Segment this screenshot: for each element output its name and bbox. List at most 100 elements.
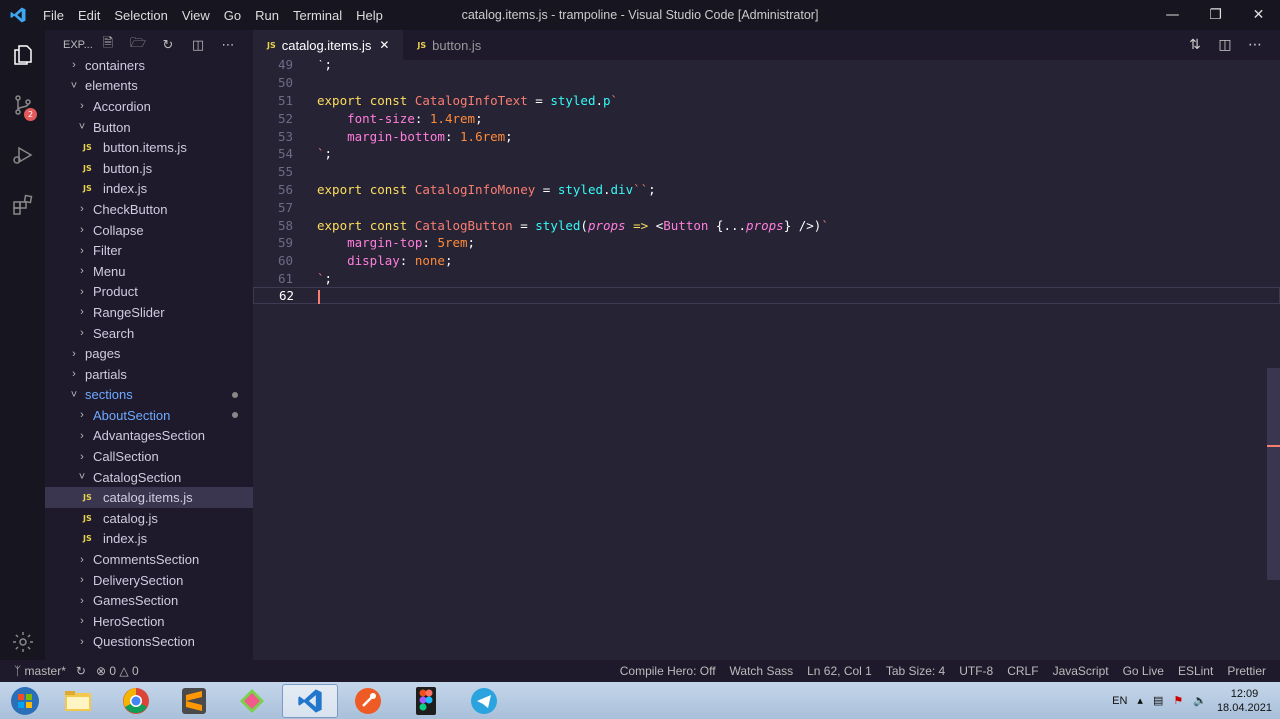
menu-view[interactable]: View bbox=[175, 8, 217, 23]
tree-folder[interactable]: › Product bbox=[45, 282, 253, 303]
network-icon[interactable]: ▤ bbox=[1153, 694, 1163, 707]
volume-icon[interactable]: 🔈 bbox=[1193, 694, 1207, 707]
tree-folder[interactable]: › AdvantagesSection bbox=[45, 426, 253, 447]
tree-folder[interactable]: › AboutSection bbox=[45, 405, 253, 426]
figma-icon[interactable] bbox=[398, 684, 454, 718]
run-debug-icon[interactable] bbox=[0, 130, 45, 180]
tree-file[interactable]: JS catalog.items.js bbox=[45, 487, 253, 509]
tree-folder[interactable]: › CallSection bbox=[45, 446, 253, 467]
settings-gear-icon[interactable] bbox=[0, 630, 45, 654]
postman-icon[interactable] bbox=[340, 684, 396, 718]
chrome-icon[interactable] bbox=[108, 684, 164, 718]
tab-catalog-items-js[interactable]: JS catalog.items.js ✕ bbox=[253, 30, 404, 60]
code-line[interactable]: 57 bbox=[253, 198, 1280, 216]
tree-folder[interactable]: ˅ sections bbox=[45, 385, 253, 406]
refresh-icon[interactable]: ↻ bbox=[153, 38, 183, 53]
more-icon[interactable]: ⋯ bbox=[1240, 37, 1270, 53]
code-line[interactable]: 56 export const CatalogInfoMoney = styled… bbox=[253, 181, 1280, 199]
code-editor[interactable]: 49 `; 50 51 export const CatalogInfoText = s… bbox=[253, 60, 1280, 660]
minimize-icon[interactable]: — bbox=[1151, 0, 1194, 30]
tree-folder[interactable]: › pages bbox=[45, 343, 253, 364]
tree-folder[interactable]: › HeroSection bbox=[45, 611, 253, 632]
code-line[interactable]: 60 display: none; bbox=[253, 252, 1280, 270]
source-control-icon[interactable]: 2 bbox=[0, 80, 45, 130]
menu-selection[interactable]: Selection bbox=[107, 8, 174, 23]
menu-edit[interactable]: Edit bbox=[71, 8, 107, 23]
tab-button-js[interactable]: JS button.js bbox=[403, 30, 495, 60]
tree-folder[interactable]: › containers bbox=[45, 55, 253, 76]
tree-file[interactable]: JS catalog.js bbox=[45, 508, 253, 529]
code-line[interactable]: 53 margin-bottom: 1.6rem; bbox=[253, 127, 1280, 145]
code-line[interactable]: 52 font-size: 1.4rem; bbox=[253, 109, 1280, 127]
menu-go[interactable]: Go bbox=[217, 8, 248, 23]
status-item[interactable]: Watch Sass bbox=[730, 664, 794, 678]
status-item[interactable]: Prettier bbox=[1227, 664, 1266, 678]
tree-folder[interactable]: ˅ elements bbox=[45, 76, 253, 97]
code-line[interactable]: 49 `; bbox=[253, 60, 1280, 74]
tree-folder[interactable]: › CheckButton bbox=[45, 199, 253, 220]
tree-folder[interactable]: › QuestionsSection bbox=[45, 632, 253, 653]
tree-file[interactable]: JS button.items.js bbox=[45, 137, 253, 158]
security-icon[interactable]: ⚑ bbox=[1173, 694, 1183, 707]
tree-folder[interactable]: › Accordion bbox=[45, 96, 253, 117]
code-line[interactable]: 61 `; bbox=[253, 270, 1280, 288]
telegram-icon[interactable] bbox=[456, 684, 512, 718]
status-item[interactable]: Ln 62, Col 1 bbox=[807, 664, 872, 678]
more-actions-icon[interactable]: ⋯ bbox=[213, 38, 243, 53]
extensions-icon[interactable] bbox=[0, 180, 45, 230]
tree-folder[interactable]: ˅ Button bbox=[45, 117, 253, 138]
file-explorer-icon[interactable] bbox=[50, 684, 106, 718]
menu-terminal[interactable]: Terminal bbox=[286, 8, 349, 23]
tree-folder[interactable]: › GamesSection bbox=[45, 590, 253, 611]
branch-indicator[interactable]: ᛉ master* bbox=[14, 664, 66, 678]
tree-folder[interactable]: › Menu bbox=[45, 261, 253, 282]
new-file-icon[interactable]: 🗎 bbox=[93, 34, 123, 56]
tree-folder[interactable]: › Collapse bbox=[45, 220, 253, 241]
tree-file[interactable]: JS index.js bbox=[45, 179, 253, 200]
tree-folder[interactable]: › Filter bbox=[45, 240, 253, 261]
status-item[interactable]: CRLF bbox=[1007, 664, 1038, 678]
menu-run[interactable]: Run bbox=[248, 8, 286, 23]
code-line[interactable]: 54 `; bbox=[253, 145, 1280, 163]
tree-folder[interactable]: › DeliverySection bbox=[45, 570, 253, 591]
close-window-icon[interactable]: ✕ bbox=[1237, 0, 1280, 30]
problems-indicator[interactable]: ⊗ 0 △ 0 bbox=[96, 664, 139, 678]
open-changes-icon[interactable]: ⇅ bbox=[1180, 37, 1210, 53]
status-item[interactable]: Tab Size: 4 bbox=[886, 664, 945, 678]
clock[interactable]: 12:09 18.04.2021 bbox=[1217, 687, 1272, 715]
code-line[interactable]: 59 margin-top: 5rem; bbox=[253, 234, 1280, 252]
input-language[interactable]: EN bbox=[1112, 695, 1127, 707]
code-line[interactable]: 51 export const CatalogInfoText = styled.… bbox=[253, 92, 1280, 110]
code-line[interactable]: 62 bbox=[253, 287, 1280, 305]
status-item[interactable]: UTF-8 bbox=[959, 664, 993, 678]
code-line[interactable]: 50 bbox=[253, 74, 1280, 92]
menu-file[interactable]: File bbox=[36, 8, 71, 23]
status-item[interactable]: Compile Hero: Off bbox=[620, 664, 716, 678]
menu-help[interactable]: Help bbox=[349, 8, 390, 23]
code-line[interactable]: 58 export const CatalogButton = styled(pr… bbox=[253, 216, 1280, 234]
status-item[interactable]: JavaScript bbox=[1053, 664, 1109, 678]
status-item[interactable]: Go Live bbox=[1123, 664, 1164, 678]
tree-folder[interactable]: › RangeSlider bbox=[45, 302, 253, 323]
code-line[interactable]: 55 bbox=[253, 163, 1280, 181]
status-item[interactable]: ESLint bbox=[1178, 664, 1213, 678]
vscode-taskbar-icon[interactable] bbox=[282, 683, 338, 718]
tree-folder[interactable]: › CommentsSection bbox=[45, 549, 253, 570]
editor-scrollbar[interactable] bbox=[1267, 368, 1280, 580]
tree-folder[interactable]: ˅ CatalogSection bbox=[45, 467, 253, 488]
tree-folder[interactable]: › Search bbox=[45, 323, 253, 344]
tree-folder[interactable]: › partials bbox=[45, 364, 253, 385]
explorer-icon[interactable] bbox=[0, 30, 45, 80]
sync-icon[interactable]: ↻ bbox=[76, 664, 86, 678]
sublime-text-icon[interactable] bbox=[166, 684, 222, 718]
tray-expand-icon[interactable]: ▴ bbox=[1137, 694, 1143, 707]
gitkraken-icon[interactable] bbox=[224, 684, 280, 718]
tree-file[interactable]: JS button.js bbox=[45, 158, 253, 179]
close-tab-icon[interactable]: ✕ bbox=[379, 38, 389, 52]
restore-icon[interactable]: ❐ bbox=[1194, 0, 1237, 30]
windows-start-icon[interactable] bbox=[0, 686, 50, 716]
tree-file[interactable]: JS index.js bbox=[45, 529, 253, 550]
collapse-all-icon[interactable]: ◫ bbox=[183, 38, 213, 53]
split-editor-icon[interactable]: ◫ bbox=[1210, 37, 1240, 53]
new-folder-icon[interactable]: 🗁 bbox=[123, 34, 153, 56]
